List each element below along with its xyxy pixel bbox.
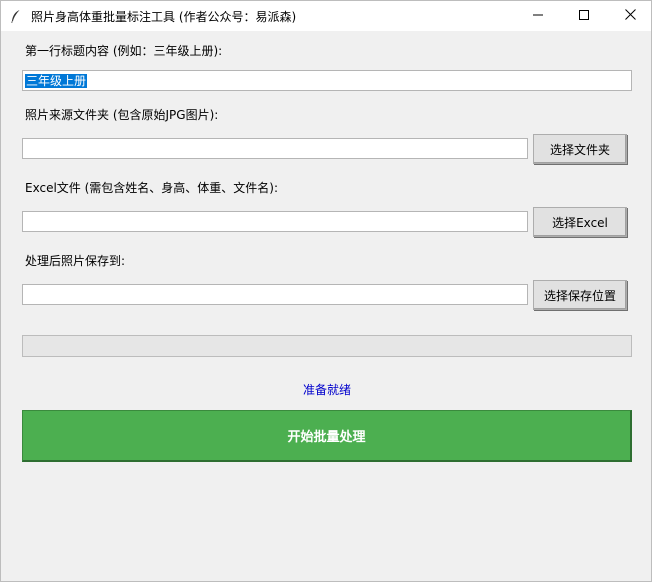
select-excel-label: 选择Excel <box>552 215 608 230</box>
close-icon <box>624 9 636 23</box>
close-button[interactable] <box>607 1 652 31</box>
app-window: 照片身高体重批量标注工具 (作者公众号：易派森) 第一行标题内容 (例如：三年级… <box>0 0 652 582</box>
select-folder-label: 选择文件夹 <box>549 142 610 157</box>
source-folder-label: 照片来源文件夹 (包含原始JPG图片): <box>25 108 219 122</box>
output-folder-input[interactable] <box>22 284 528 305</box>
title-content-label: 第一行标题内容 (例如：三年级上册): <box>25 44 223 58</box>
output-folder-label: 处理后照片保存到: <box>25 254 126 268</box>
title-bar[interactable]: 照片身高体重批量标注工具 (作者公众号：易派森) <box>1 1 651 31</box>
feather-icon <box>9 9 23 23</box>
maximize-icon <box>579 9 589 23</box>
excel-file-input[interactable] <box>22 211 528 232</box>
status-text: 准备就绪 <box>302 383 351 397</box>
start-batch-label: 开始批量处理 <box>287 430 366 445</box>
select-excel-button[interactable]: 选择Excel <box>533 207 627 237</box>
title-content-value: 三年级上册 <box>25 74 88 88</box>
select-save-location-button[interactable]: 选择保存位置 <box>533 280 627 310</box>
minimize-icon <box>533 9 543 23</box>
excel-file-label: Excel文件 (需包含姓名、身高、体重、文件名): <box>25 181 279 195</box>
select-folder-button[interactable]: 选择文件夹 <box>533 134 627 164</box>
progress-bar <box>22 335 632 357</box>
minimize-button[interactable] <box>515 1 561 31</box>
start-batch-button[interactable]: 开始批量处理 <box>22 410 632 462</box>
title-content-input[interactable]: 三年级上册 <box>22 70 632 91</box>
source-folder-input[interactable] <box>22 138 528 159</box>
window-title: 照片身高体重批量标注工具 (作者公众号：易派森) <box>31 10 297 24</box>
select-save-location-label: 选择保存位置 <box>543 288 616 303</box>
maximize-button[interactable] <box>561 1 607 31</box>
